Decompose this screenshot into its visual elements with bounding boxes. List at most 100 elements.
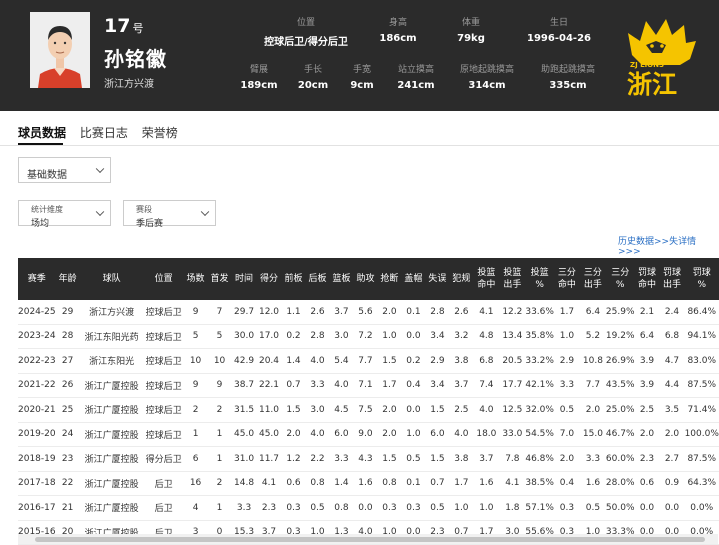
tab-honors[interactable]: 荣誉榜: [142, 126, 178, 140]
col-header-points[interactable]: 得分: [256, 258, 282, 300]
table-cell: 31.5: [231, 397, 257, 423]
col-header-assists[interactable]: 助攻: [353, 258, 378, 300]
tab-game-log[interactable]: 比赛日志: [80, 126, 128, 140]
table-cell: 1: [207, 495, 232, 521]
table-cell: 0.7: [425, 471, 450, 496]
col-header-ft-pct[interactable]: 罚球%: [684, 258, 719, 300]
info-value: 控球后卫/得分后卫: [264, 37, 348, 48]
col-header-3pa[interactable]: 三分 出手: [579, 258, 606, 300]
col-header-rebounds[interactable]: 篮板: [329, 258, 354, 300]
col-header-fgm[interactable]: 投篮 命中: [473, 258, 500, 300]
table-cell: 2.0: [377, 300, 402, 325]
info-value: 9cm: [350, 80, 374, 91]
tab-player-stats[interactable]: 球员数据: [18, 126, 66, 140]
table-cell: 12.2: [499, 300, 526, 325]
col-header-position[interactable]: 位置: [143, 258, 184, 300]
table-cell: 2.0: [553, 446, 580, 472]
col-header-ftm[interactable]: 罚球 命中: [634, 258, 660, 300]
col-header-fouls[interactable]: 犯规: [449, 258, 474, 300]
table-cell: 2.9: [425, 348, 450, 374]
table-cell: 19.2%: [605, 324, 635, 349]
col-header-blocks[interactable]: 盖帽: [401, 258, 426, 300]
col-header-fga[interactable]: 投篮 出手: [499, 258, 526, 300]
tab-bar: 球员数据 比赛日志 荣誉榜: [18, 124, 188, 141]
info-label: 站立摸高: [397, 65, 434, 75]
col-header-age[interactable]: 年龄: [55, 258, 80, 300]
col-header-fg-pct[interactable]: 投篮%: [525, 258, 554, 300]
logo-big-text: 浙江: [627, 70, 677, 97]
table-cell: 后卫: [143, 471, 184, 496]
col-header-3p-pct[interactable]: 三分%: [605, 258, 635, 300]
table-cell: 1.8: [499, 495, 526, 521]
col-header-minutes[interactable]: 时间: [231, 258, 257, 300]
data-type-select[interactable]: 基础数据: [18, 157, 111, 183]
table-cell: 1: [183, 422, 208, 447]
table-cell: 3.4: [425, 373, 450, 398]
table-cell: 13.4: [499, 324, 526, 349]
table-cell: 27: [55, 348, 80, 374]
col-header-def-reb[interactable]: 后板: [305, 258, 330, 300]
info-label: 体重: [461, 18, 480, 28]
table-cell: 42.1%: [525, 373, 554, 398]
table-row: 2021-22 26 浙江广厦控股 控球后卫 9 9 38.7 22.1 0.7 3.3 4.0 7.…: [18, 373, 719, 398]
col-header-starts[interactable]: 首发: [207, 258, 232, 300]
table-cell: 0.2: [281, 324, 306, 349]
table-cell: 7.4: [473, 373, 500, 398]
table-cell: 4.0: [305, 422, 330, 447]
table-cell: 5.6: [353, 300, 378, 325]
table-cell: 3.4: [425, 324, 450, 349]
data-type-value: 基础数据: [27, 170, 67, 181]
player-number-value: 17: [104, 15, 131, 37]
table-cell: 0.5: [579, 495, 606, 521]
col-header-fta[interactable]: 罚球 出手: [659, 258, 685, 300]
table-cell: 2.0: [634, 422, 660, 447]
table-cell: 4.5: [329, 397, 354, 423]
col-header-games[interactable]: 场数: [183, 258, 208, 300]
history-data-link[interactable]: 历史数据>>失详情 >>>: [618, 234, 719, 257]
col-header-turnovers[interactable]: 失误: [425, 258, 450, 300]
table-cell: 1.6: [353, 471, 378, 496]
table-cell: 4.0: [449, 422, 474, 447]
table-cell: 1.7: [449, 471, 474, 496]
info-position: 位置 控球后卫/得分后卫: [256, 15, 356, 48]
table-cell: 7.0: [553, 422, 580, 447]
table-cell: 2.5: [449, 397, 474, 423]
table-cell: 5: [183, 324, 208, 349]
table-cell: 0.8: [329, 495, 354, 521]
table-cell: 0.6: [634, 471, 660, 496]
table-cell: 0.1: [401, 300, 426, 325]
table-cell: 26.9%: [605, 348, 635, 374]
table-cell: 浙江广厦控股: [79, 471, 144, 496]
dimension-select[interactable]: 统计维度 场均: [18, 200, 111, 229]
season-stage-value: 季后赛: [136, 219, 164, 229]
col-header-3pm[interactable]: 三分 命中: [553, 258, 580, 300]
info-label: 原地起跳摸高: [459, 65, 514, 75]
table-cell: 4.1: [256, 471, 282, 496]
table-cell: 2.6: [449, 300, 474, 325]
table-cell: 2.4: [659, 300, 685, 325]
table-cell: 7.1: [353, 373, 378, 398]
table-cell: 46.8%: [525, 446, 554, 472]
table-cell: 23: [55, 446, 80, 472]
col-header-team[interactable]: 球队: [79, 258, 144, 300]
col-header-season[interactable]: 赛季: [18, 258, 56, 300]
table-cell: 3.3: [329, 446, 354, 472]
table-cell: 4.0: [473, 397, 500, 423]
table-cell: 32.0%: [525, 397, 554, 423]
table-cell: 2.1: [634, 300, 660, 325]
col-header-steals[interactable]: 抢断: [377, 258, 402, 300]
table-cell: 浙江广厦控股: [79, 373, 144, 398]
horizontal-scrollbar-thumb[interactable]: [35, 537, 705, 542]
info-birthday: 生日 1996-04-26: [521, 15, 597, 44]
table-cell: 浙江东阳光: [79, 348, 144, 374]
col-header-off-reb[interactable]: 前板: [281, 258, 306, 300]
table-cell: 33.6%: [525, 300, 554, 325]
table-cell: 30.0: [231, 324, 257, 349]
table-cell: 2.0: [377, 397, 402, 423]
info-value: 335cm: [549, 80, 587, 91]
table-cell: 5: [207, 324, 232, 349]
logo-small-text: ZJ LIONS: [630, 61, 664, 69]
table-cell: 86.4%: [684, 300, 719, 325]
table-cell: 2.9: [553, 348, 580, 374]
season-stage-select[interactable]: 赛段 季后赛: [123, 200, 216, 229]
